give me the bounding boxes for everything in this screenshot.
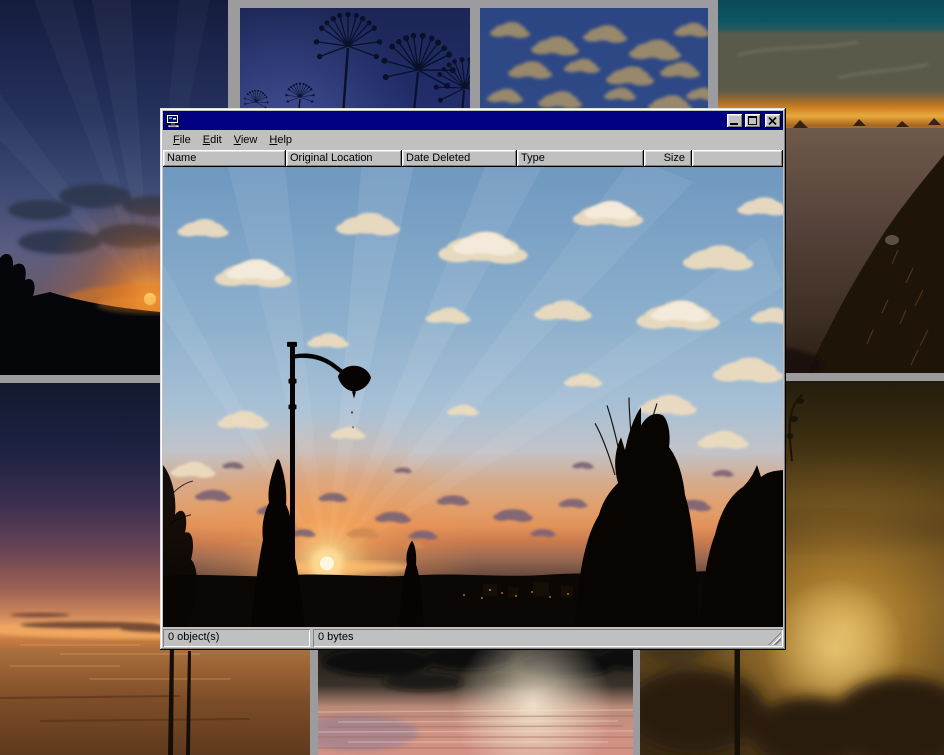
menu-item-edit[interactable]: Edit	[197, 132, 228, 149]
street-lamp-sunset-photo	[163, 167, 783, 627]
desktop: File Edit View Help Name Original Locati…	[0, 0, 944, 755]
column-header-filler	[692, 150, 783, 167]
statusbar: 0 object(s) 0 bytes	[163, 629, 783, 647]
list-view[interactable]	[163, 167, 783, 627]
menu-item-help[interactable]: Help	[263, 132, 298, 149]
close-button[interactable]	[765, 114, 781, 128]
minimize-icon	[730, 123, 738, 125]
menu-item-file[interactable]: File	[167, 132, 197, 149]
status-object-count: 0 object(s)	[163, 629, 310, 647]
titlebar[interactable]	[163, 111, 783, 130]
menubar: File Edit View Help	[163, 131, 783, 150]
column-header-date-deleted[interactable]: Date Deleted	[402, 150, 517, 167]
column-header-name[interactable]: Name	[163, 150, 286, 167]
close-icon	[768, 117, 777, 125]
maximize-button[interactable]	[745, 114, 761, 128]
menu-item-view[interactable]: View	[228, 132, 264, 149]
column-headers: Name Original Location Date Deleted Type…	[163, 150, 783, 167]
column-header-original-location[interactable]: Original Location	[286, 150, 402, 167]
minimize-button[interactable]	[727, 114, 743, 128]
computer-icon	[165, 113, 181, 129]
water-reflection-photo	[318, 648, 633, 755]
column-header-size[interactable]: Size	[644, 150, 692, 167]
window-controls	[727, 114, 781, 128]
maximize-icon	[748, 116, 757, 125]
column-header-type[interactable]: Type	[517, 150, 644, 167]
window: File Edit View Help Name Original Locati…	[160, 108, 786, 650]
status-total-size: 0 bytes	[313, 629, 783, 647]
